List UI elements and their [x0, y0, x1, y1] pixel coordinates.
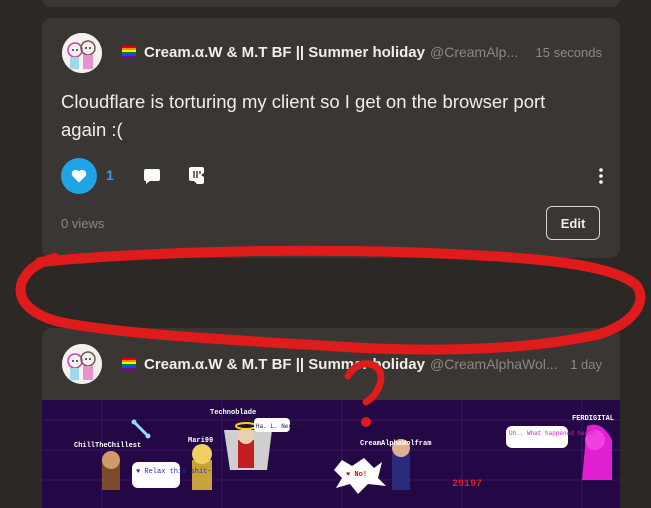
heart-icon: [71, 169, 87, 183]
image-text: Mari99: [188, 437, 213, 445]
display-name[interactable]: Cream.α.W & M.T BF || Summer holiday: [144, 356, 425, 373]
pride-flag-icon: [122, 46, 136, 58]
speech-bubble-icon[interactable]: [143, 167, 161, 185]
display-name[interactable]: Cream.α.W & M.T BF || Summer holiday: [144, 44, 425, 61]
image-text: Ha. L. Nerds!: [256, 423, 303, 430]
post-card: Cream.α.W & M.T BF || Summer holiday @Cr…: [42, 328, 620, 508]
image-text: Uh.. What happened here?: [509, 430, 596, 437]
image-text: ♥ No!: [346, 471, 367, 479]
image-text: FERDIGITAL: [572, 415, 614, 423]
user-handle[interactable]: @CreamAlphaWol...: [430, 356, 558, 372]
image-text: ChillTheChillest: [74, 442, 141, 450]
post-content: Cloudflare is torturing my client so I g…: [61, 91, 546, 140]
user-handle[interactable]: @CreamAlp...: [430, 44, 524, 60]
image-text: CreamAlphaWolfram: [360, 440, 431, 448]
post-header: Cream.α.W & M.T BF || Summer holiday @Cr…: [122, 354, 602, 374]
post-actions: 1: [61, 158, 605, 194]
post-card: Cream.α.W & M.T BF || Summer holiday @Cr…: [42, 18, 620, 258]
post-image[interactable]: ♥ Relax this shit- Ha. L. Nerds! ♥ No! U…: [42, 400, 620, 508]
post-header: Cream.α.W & M.T BF || Summer holiday @Cr…: [122, 42, 602, 62]
avatar[interactable]: [62, 344, 102, 384]
previous-post-card: [42, 0, 620, 7]
reblog-icon[interactable]: [188, 166, 206, 185]
like-count: 1: [106, 167, 114, 183]
pride-flag-icon: [122, 358, 136, 370]
game-screenshot: ♥ Relax this shit- Ha. L. Nerds! ♥ No! U…: [42, 400, 620, 508]
image-text: ♥ Relax this shit-: [136, 468, 212, 476]
post-timestamp[interactable]: 15 seconds: [536, 45, 603, 60]
avatar[interactable]: [62, 33, 102, 73]
kebab-menu-icon[interactable]: [597, 167, 605, 185]
post-timestamp[interactable]: 1 day: [570, 357, 602, 372]
like-button[interactable]: [61, 158, 97, 194]
image-text: Technoblade: [210, 409, 256, 417]
edit-button[interactable]: Edit: [546, 206, 600, 240]
image-text: 29197: [452, 479, 482, 490]
view-count: 0 views: [61, 216, 105, 231]
